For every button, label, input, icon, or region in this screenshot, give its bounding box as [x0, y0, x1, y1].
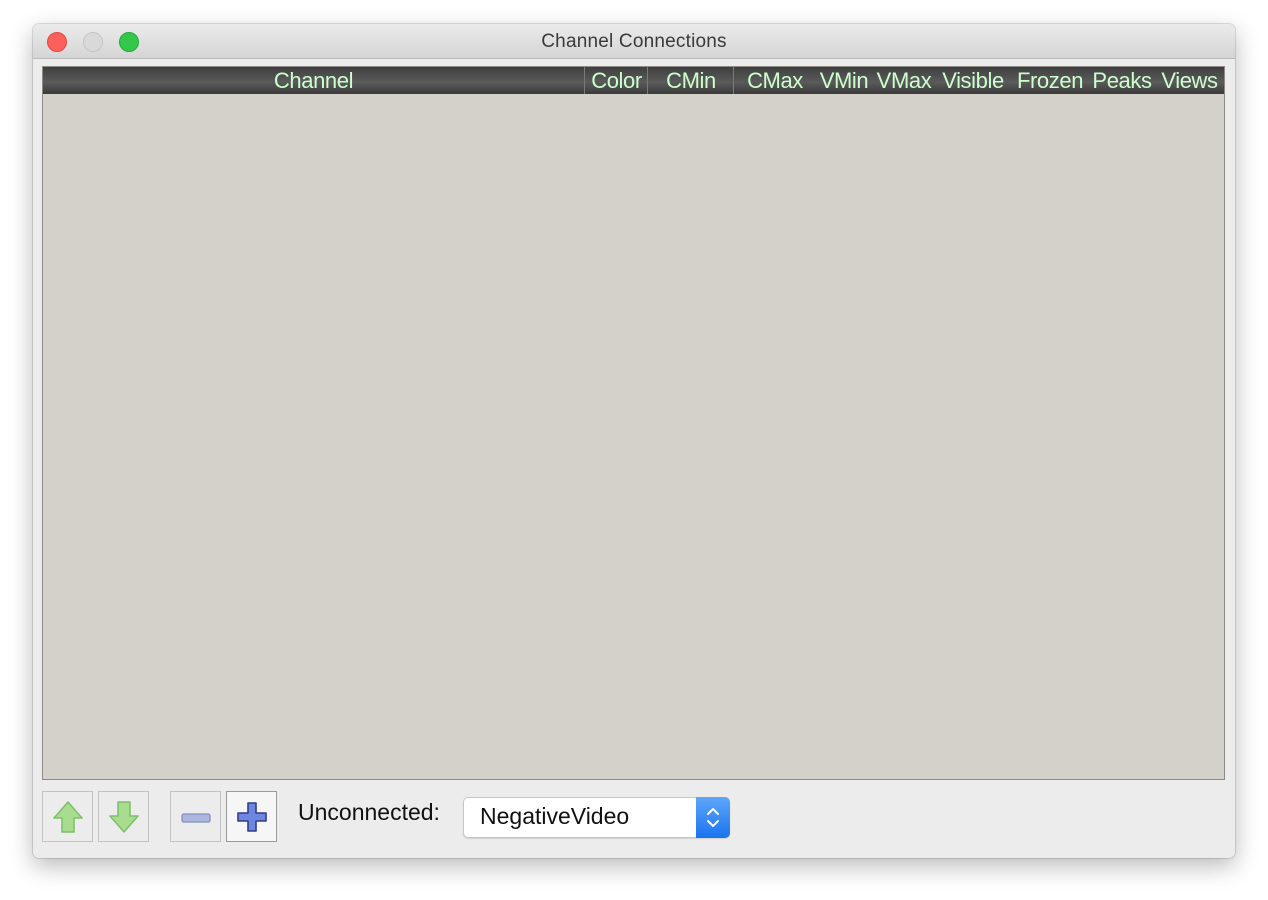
- column-header-vmax[interactable]: VMax: [873, 67, 935, 94]
- select-stepper-arrows[interactable]: [696, 797, 730, 838]
- channel-connections-window: Channel Connections Channel Color CMin C…: [33, 24, 1235, 858]
- column-header-visible[interactable]: Visible: [935, 67, 1011, 94]
- down-arrow-icon: [109, 801, 139, 833]
- column-header-channel[interactable]: Channel: [43, 67, 584, 94]
- column-header-cmax[interactable]: CMax: [733, 67, 816, 94]
- unconnected-selected-value: NegativeVideo: [480, 803, 630, 829]
- add-button[interactable]: [226, 791, 277, 842]
- remove-button[interactable]: [170, 791, 221, 842]
- column-header-views[interactable]: Views: [1155, 67, 1224, 94]
- title-bar[interactable]: Channel Connections: [33, 24, 1235, 59]
- window-title: Channel Connections: [541, 31, 727, 52]
- column-header-cmin[interactable]: CMin: [647, 67, 734, 94]
- move-up-button[interactable]: [42, 791, 93, 842]
- up-arrow-icon: [53, 801, 83, 833]
- plus-icon: [237, 802, 267, 832]
- column-header-frozen[interactable]: Frozen: [1011, 67, 1089, 94]
- unconnected-label: Unconnected:: [298, 799, 440, 825]
- unconnected-channel-select[interactable]: NegativeVideo: [463, 797, 730, 838]
- column-header-peaks[interactable]: Peaks: [1089, 67, 1155, 94]
- channel-table[interactable]: Channel Color CMin CMax VMin VMax Visibl…: [42, 66, 1225, 780]
- move-down-button[interactable]: [98, 791, 149, 842]
- column-header-vmin[interactable]: VMin: [815, 67, 873, 94]
- column-header-color[interactable]: Color: [584, 67, 648, 94]
- minus-icon: [181, 813, 211, 823]
- table-header: Channel Color CMin CMax VMin VMax Visibl…: [43, 67, 1224, 94]
- bottom-toolbar: Unconnected: NegativeVideo: [42, 788, 1225, 842]
- up-down-chevron-icon: [707, 808, 719, 827]
